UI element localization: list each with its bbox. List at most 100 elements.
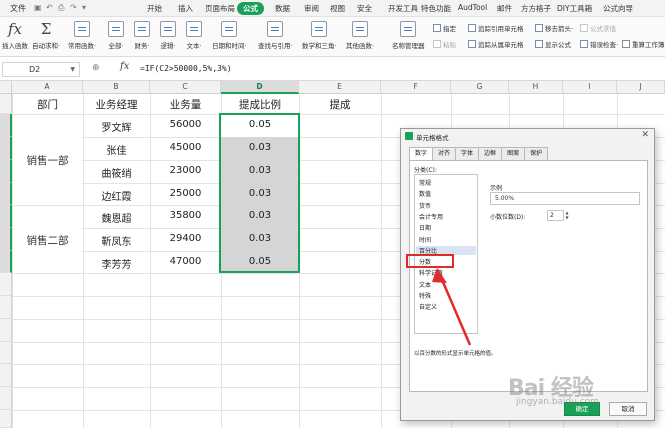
dialog-tab[interactable]: 保护 [524, 147, 549, 160]
row-header[interactable] [0, 273, 12, 296]
dialog-tab[interactable]: 字体 [455, 147, 480, 160]
more-icon[interactable]: ▾ [82, 3, 86, 12]
assign-name-button[interactable]: 指定 [433, 23, 456, 33]
column-header[interactable]: G [451, 81, 509, 94]
category-item[interactable]: 会计专用 [419, 212, 443, 221]
volume-cell[interactable]: 47000 [150, 256, 221, 267]
header-volume[interactable]: 业务量 [150, 97, 221, 112]
manager-cell[interactable]: 李芳芳 [83, 256, 150, 271]
dialog-tab[interactable]: 图案 [501, 147, 526, 160]
row-header[interactable] [0, 364, 12, 387]
show-formulas-button[interactable]: 显示公式 [535, 39, 571, 49]
menu-tab[interactable]: 审阅 [304, 3, 319, 14]
dialog-tab[interactable]: 数字 [409, 147, 434, 161]
department-cell[interactable]: 销售二部 [13, 206, 82, 273]
manager-cell[interactable]: 魏恩超 [83, 210, 150, 225]
column-header[interactable]: J [617, 81, 665, 94]
menu-tab[interactable]: 开始 [147, 3, 162, 14]
column-header[interactable]: C [150, 81, 221, 94]
row-header[interactable] [0, 387, 12, 410]
rate-cell[interactable]: 0.03 [221, 142, 299, 153]
column-header[interactable]: A [12, 81, 83, 94]
header-department[interactable]: 部门 [12, 97, 83, 112]
row-header[interactable] [0, 296, 12, 319]
column-header[interactable]: F [381, 81, 451, 94]
other-functions-button[interactable]: 其他函数· [346, 19, 374, 50]
manager-cell[interactable]: 罗文辉 [83, 119, 150, 134]
decimal-places-input[interactable]: 2 [547, 210, 564, 221]
math-functions-button[interactable]: 数学和三角· [302, 19, 337, 50]
header-manager[interactable]: 业务经理 [83, 97, 150, 112]
menu-tab[interactable]: 视图 [330, 3, 345, 14]
rate-cell[interactable]: 0.03 [221, 188, 299, 199]
volume-cell[interactable]: 56000 [150, 119, 221, 130]
column-header[interactable]: I [563, 81, 617, 94]
volume-cell[interactable]: 35800 [150, 210, 221, 221]
row-header[interactable] [0, 114, 12, 137]
redo-icon[interactable]: ↷ [70, 3, 77, 12]
cancel-button[interactable]: 取消 [609, 402, 647, 416]
row-header[interactable] [0, 205, 12, 228]
logical-functions-button[interactable]: 逻辑· [160, 19, 176, 50]
category-item[interactable]: 货币 [419, 201, 431, 210]
rate-cell[interactable]: 0.03 [221, 165, 299, 176]
error-checking-button[interactable]: 错误检查· [580, 39, 618, 49]
financial-functions-button[interactable]: 财务· [134, 19, 150, 50]
lookup-functions-button[interactable]: 查找与引用· [258, 19, 293, 50]
menu-tab[interactable]: 开发工具 [388, 3, 418, 14]
manager-cell[interactable]: 靳凤东 [83, 233, 150, 248]
manager-cell[interactable]: 曲筱绡 [83, 165, 150, 180]
category-item[interactable]: 日期 [419, 223, 431, 232]
row-header[interactable] [0, 160, 12, 183]
zoom-icon[interactable]: ⊕ [92, 63, 100, 73]
save-icon[interactable]: ▣ [34, 3, 42, 12]
autosum-button[interactable]: Σ 自动求和· [32, 19, 60, 50]
dialog-tab[interactable]: 边框 [478, 147, 503, 160]
volume-cell[interactable]: 25000 [150, 188, 221, 199]
row-header[interactable] [0, 342, 12, 364]
name-manager-button[interactable]: 名称管理器 [392, 19, 425, 50]
menu-tab[interactable]: DIY工具箱 [557, 3, 592, 14]
manager-cell[interactable]: 张佳 [83, 142, 150, 157]
category-item[interactable]: 科学记数 [419, 268, 443, 277]
dialog-tab[interactable]: 对齐 [432, 147, 457, 160]
rate-cell[interactable]: 0.05 [221, 256, 299, 267]
trace-precedents-button[interactable]: 追踪引用单元格 [468, 23, 524, 33]
menu-tab[interactable]: 安全 [357, 3, 372, 14]
all-functions-button[interactable]: 全部· [108, 19, 124, 50]
formula-input[interactable]: =IF(C2>50000,5%,3%) [140, 64, 232, 73]
row-header[interactable] [0, 228, 12, 251]
text-functions-button[interactable]: 文本· [186, 19, 202, 50]
menu-tab[interactable]: 方方格子 [521, 3, 551, 14]
category-item[interactable]: 常规 [419, 178, 431, 187]
row-header[interactable] [0, 319, 12, 342]
menu-tab[interactable]: 邮件 [497, 3, 512, 14]
fx-icon[interactable]: fx [120, 61, 129, 72]
column-header[interactable]: E [299, 81, 381, 94]
volume-cell[interactable]: 29400 [150, 233, 221, 244]
category-item[interactable]: 特殊 [419, 291, 431, 300]
menu-tab[interactable]: 页面布局 [205, 3, 235, 14]
row-header[interactable] [0, 410, 12, 428]
column-header[interactable]: H [509, 81, 563, 94]
recalculate-button[interactable]: 重算工作簿 [622, 39, 665, 49]
spinner-arrows-icon[interactable]: ▲ ▼ [564, 210, 570, 221]
header-rate[interactable]: 提成比例 [221, 97, 299, 112]
remove-arrows-button[interactable]: 移去箭头· [535, 23, 573, 33]
manager-cell[interactable]: 边红霞 [83, 188, 150, 203]
category-item[interactable]: 自定义 [419, 302, 437, 311]
category-item[interactable]: 时间 [419, 235, 431, 244]
menu-tab[interactable]: 数据 [275, 3, 290, 14]
row-header[interactable] [0, 251, 12, 273]
menu-tab[interactable]: 公式 [237, 2, 264, 15]
category-item[interactable]: 数值 [419, 189, 431, 198]
header-commission[interactable]: 提成 [299, 97, 381, 112]
column-header[interactable]: B [83, 81, 150, 94]
undo-icon[interactable]: ↶ [46, 3, 53, 12]
rate-cell[interactable]: 0.03 [221, 210, 299, 221]
menu-tab[interactable]: AudTool [458, 3, 487, 12]
file-menu[interactable]: 文件 [10, 3, 26, 14]
trace-dependents-button[interactable]: 追踪从属单元格 [468, 39, 524, 49]
department-cell[interactable]: 销售一部 [13, 115, 82, 205]
row-header[interactable] [0, 137, 12, 160]
